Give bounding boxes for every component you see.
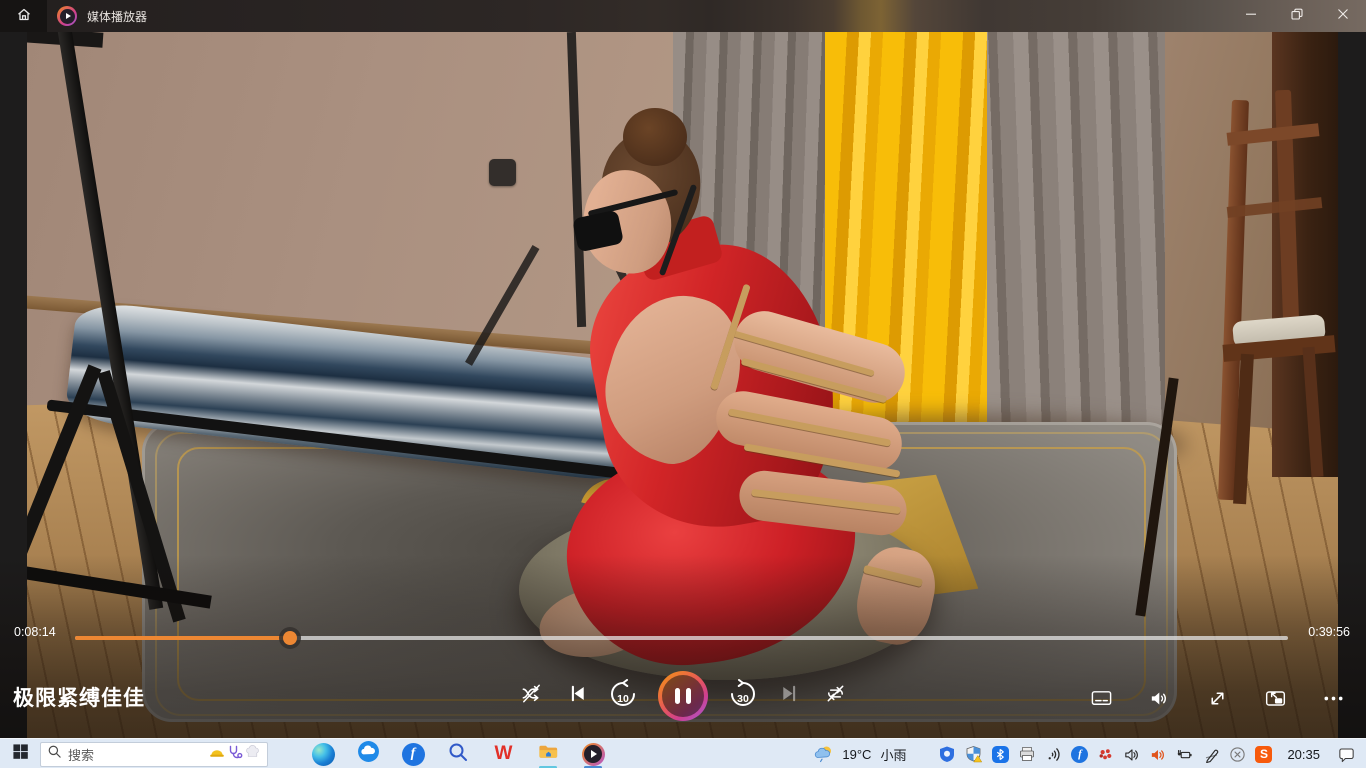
cloud-app-icon	[357, 740, 380, 768]
repeat-off-icon	[824, 682, 847, 710]
taskbar-apps: f W	[310, 739, 606, 768]
fullscreen-icon	[1206, 687, 1229, 715]
seek-filled	[75, 636, 290, 640]
taskbar-app-search[interactable]	[445, 739, 471, 768]
hard-hat-icon	[209, 744, 225, 765]
taskbar-clock[interactable]: 20:35	[1287, 747, 1320, 762]
chef-hat-icon	[245, 744, 261, 765]
volume-button[interactable]	[1142, 684, 1176, 718]
skip-forward-button[interactable]: 30	[726, 679, 760, 713]
flash-tray-icon[interactable]: f	[1071, 746, 1088, 763]
pen-icon[interactable]	[1203, 746, 1220, 763]
notification-icon[interactable]	[1337, 745, 1356, 764]
home-button[interactable]	[0, 0, 47, 32]
shuffle-button[interactable]	[514, 679, 548, 713]
weather-condition[interactable]: 小雨	[880, 745, 906, 764]
search-icon	[47, 744, 62, 764]
media-title: 极限紧缚佳佳	[13, 682, 145, 712]
titlebar: 媒体播放器	[0, 0, 1366, 32]
total-time: 0:39:56	[1308, 625, 1350, 639]
weather-temp[interactable]: 19°C	[842, 747, 871, 762]
seek-row: 0:08:14 0:39:56	[0, 623, 1366, 643]
media-player-logo	[57, 6, 77, 26]
current-time: 0:08:14	[14, 625, 56, 639]
battery-icon[interactable]	[1175, 746, 1194, 763]
signal-icon[interactable]	[1045, 746, 1062, 763]
restore-button[interactable]	[1274, 0, 1320, 32]
previous-icon	[566, 682, 589, 710]
taskbar-app-cloud[interactable]	[355, 739, 381, 768]
next-button[interactable]	[772, 679, 806, 713]
play-pause-button[interactable]	[658, 671, 708, 721]
defender-icon[interactable]	[965, 745, 983, 763]
red-cluster-icon[interactable]	[1097, 746, 1114, 763]
flash-icon: f	[402, 743, 425, 766]
subtitles-icon	[1090, 687, 1113, 715]
bluetooth-icon[interactable]	[992, 746, 1009, 763]
file-explorer-icon	[537, 740, 560, 768]
more-button[interactable]	[1316, 684, 1350, 718]
more-icon	[1322, 687, 1345, 715]
pc-manager-icon[interactable]	[938, 745, 956, 763]
media-player-icon	[582, 743, 605, 766]
utility-controls	[1084, 684, 1350, 718]
close-button[interactable]	[1320, 0, 1366, 32]
printer-icon[interactable]	[1018, 745, 1036, 763]
next-icon	[778, 682, 801, 710]
volume-orange-icon[interactable]	[1149, 746, 1166, 763]
search-highlights	[209, 744, 261, 765]
seek-thumb[interactable]	[283, 631, 297, 645]
screen: 媒体播放器	[0, 0, 1366, 768]
edge-icon	[312, 743, 335, 766]
system-tray: 19°C 小雨	[813, 744, 1356, 764]
eject-icon[interactable]	[1229, 746, 1246, 763]
taskbar: 搜索 f	[0, 738, 1366, 768]
restore-icon	[1289, 6, 1305, 27]
previous-button[interactable]	[560, 679, 594, 713]
shuffle-off-icon	[520, 682, 543, 710]
miniplayer-button[interactable]	[1258, 684, 1292, 718]
volume-icon	[1148, 687, 1171, 715]
stethoscope-icon	[227, 744, 243, 765]
skip-back-label: 10	[606, 679, 640, 713]
wps-icon: W	[495, 743, 512, 765]
home-icon	[15, 5, 33, 28]
start-button[interactable]	[0, 739, 40, 768]
skip-back-button[interactable]: 10	[606, 679, 640, 713]
search-app-icon	[447, 741, 469, 768]
minimize-button[interactable]	[1228, 0, 1274, 32]
taskbar-app-file-explorer[interactable]	[535, 739, 561, 768]
subtitles-button[interactable]	[1084, 684, 1118, 718]
sogou-input-icon[interactable]: S	[1255, 746, 1272, 763]
taskbar-app-flash[interactable]: f	[400, 739, 426, 768]
taskbar-app-edge[interactable]	[310, 739, 336, 768]
seek-bar[interactable]	[75, 636, 1288, 640]
controls-row: 极限紧缚佳佳	[0, 671, 1366, 735]
skip-forward-label: 30	[726, 679, 760, 713]
transport-controls: 10 30	[514, 671, 852, 721]
taskbar-app-wps[interactable]: W	[490, 739, 516, 768]
app-chip: 媒体播放器	[57, 0, 147, 32]
miniplayer-icon	[1264, 687, 1287, 715]
weather-widget[interactable]	[813, 744, 833, 764]
player-controls-overlay: 0:08:14 0:39:56 极限紧缚佳佳	[0, 555, 1366, 738]
fullscreen-button[interactable]	[1200, 684, 1234, 718]
scene-wall-switch	[489, 159, 516, 186]
pause-icon	[662, 675, 704, 717]
window-title: 媒体播放器	[87, 8, 147, 25]
search-input[interactable]: 搜索	[40, 742, 268, 767]
minimize-icon	[1243, 6, 1259, 27]
repeat-button[interactable]	[818, 679, 852, 713]
window-controls	[1228, 0, 1366, 32]
scene-gray-curtain-right	[987, 32, 1165, 434]
close-icon	[1335, 6, 1351, 27]
windows-start-icon	[12, 743, 29, 765]
search-placeholder: 搜索	[68, 745, 94, 764]
scene-figure-hair-bun	[623, 108, 687, 166]
taskbar-app-media-player[interactable]	[580, 739, 606, 768]
volume-outline-icon[interactable]	[1123, 746, 1140, 763]
